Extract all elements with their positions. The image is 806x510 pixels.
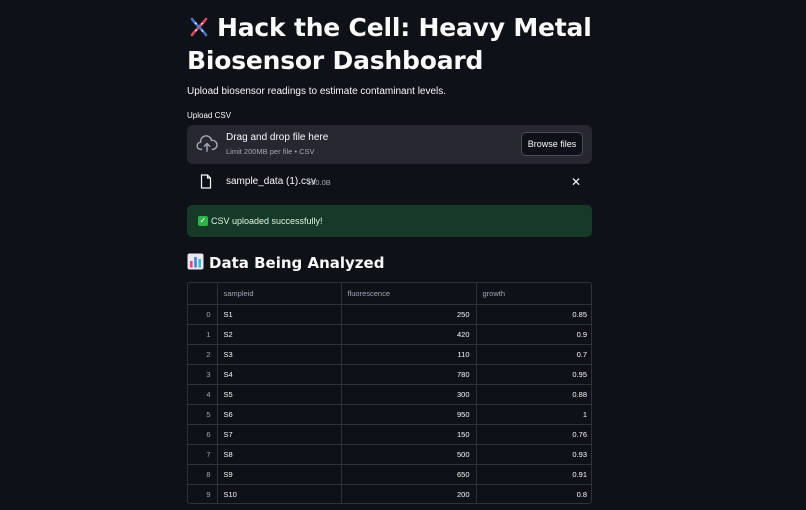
row-index: 1 (188, 324, 218, 345)
cell-sampleid[interactable]: S8 (217, 444, 342, 465)
browse-files-button[interactable]: Browse files (521, 132, 583, 156)
table-row: 7 S8 500 0.93 (188, 444, 591, 465)
cell-fluorescence[interactable]: 110 (341, 344, 477, 365)
cell-growth[interactable]: 0.9 (476, 324, 591, 345)
uploaded-file-item: sample_data (1).csv 150.0B ✕ (187, 170, 592, 194)
dna-icon (187, 15, 217, 46)
success-alert: ✓ CSV uploaded successfully! (187, 205, 592, 237)
cell-fluorescence[interactable]: 780 (341, 364, 477, 385)
row-index: 5 (188, 404, 218, 425)
title-line-2: Biosensor Dashboard (187, 46, 484, 75)
cell-growth[interactable]: 0.95 (476, 364, 591, 385)
cell-sampleid[interactable]: S5 (217, 384, 342, 405)
column-header-growth[interactable]: growth (476, 283, 591, 305)
cell-sampleid[interactable]: S3 (217, 344, 342, 365)
cell-sampleid[interactable]: S4 (217, 364, 342, 385)
table-row: 0 S1 250 0.85 (188, 304, 591, 325)
cell-fluorescence[interactable]: 250 (341, 304, 477, 325)
bar-chart-icon (187, 253, 209, 274)
table-row: 6 S7 150 0.76 (188, 424, 591, 445)
remove-file-close-icon[interactable]: ✕ (571, 176, 581, 188)
cell-sampleid[interactable]: S9 (217, 464, 342, 485)
uploaded-file-name: sample_data (1).csv (226, 176, 317, 187)
section-heading: Data Being Analyzed (187, 253, 384, 274)
uploaded-file-size: 150.0B (307, 178, 331, 187)
page-title: Hack the Cell: Heavy Metal Biosensor Das… (187, 13, 592, 76)
cell-fluorescence[interactable]: 950 (341, 404, 477, 425)
cell-sampleid[interactable]: S7 (217, 424, 342, 445)
table-row: 4 S5 300 0.88 (188, 384, 591, 405)
table-row: 1 S2 420 0.9 (188, 324, 591, 345)
cloud-upload-icon (196, 135, 218, 158)
table-row: 8 S9 650 0.91 (188, 464, 591, 485)
row-index: 2 (188, 344, 218, 365)
table-row: 5 S6 950 1 (188, 404, 591, 425)
dropzone-instruction: Drag and drop file here (226, 132, 329, 143)
row-index: 4 (188, 384, 218, 405)
cell-fluorescence[interactable]: 150 (341, 424, 477, 445)
table-row: 2 S3 110 0.7 (188, 344, 591, 365)
table-row: 3 S4 780 0.95 (188, 364, 591, 385)
cell-fluorescence[interactable]: 300 (341, 384, 477, 405)
row-index: 0 (188, 304, 218, 325)
file-icon (200, 174, 212, 194)
cell-growth[interactable]: 0.91 (476, 464, 591, 485)
upload-csv-label: Upload CSV (187, 111, 232, 120)
cell-sampleid[interactable]: S1 (217, 304, 342, 325)
row-index: 8 (188, 464, 218, 485)
row-index: 9 (188, 484, 218, 503)
cell-fluorescence[interactable]: 420 (341, 324, 477, 345)
cell-growth[interactable]: 1 (476, 404, 591, 425)
row-index: 6 (188, 424, 218, 445)
column-header-index (188, 283, 218, 305)
cell-growth[interactable]: 0.8 (476, 484, 591, 503)
file-dropzone[interactable]: Drag and drop file here Limit 200MB per … (187, 125, 592, 164)
cell-growth[interactable]: 0.88 (476, 384, 591, 405)
section-title: Data Being Analyzed (209, 254, 385, 272)
page-subtitle: Upload biosensor readings to estimate co… (187, 86, 447, 97)
title-line-1: Hack the Cell: Heavy Metal (217, 13, 592, 42)
data-table[interactable]: sampleid fluorescence growth 0 S1 250 0.… (187, 282, 592, 504)
table-row: 9 S10 200 0.8 (188, 484, 591, 503)
dropzone-limit: Limit 200MB per file • CSV (226, 147, 315, 156)
cell-growth[interactable]: 0.7 (476, 344, 591, 365)
cell-fluorescence[interactable]: 650 (341, 464, 477, 485)
cell-sampleid[interactable]: S6 (217, 404, 342, 425)
row-index: 3 (188, 364, 218, 385)
cell-sampleid[interactable]: S10 (217, 484, 342, 503)
row-index: 7 (188, 444, 218, 465)
cell-growth[interactable]: 0.76 (476, 424, 591, 445)
check-mark-icon: ✓ (198, 216, 208, 226)
cell-fluorescence[interactable]: 500 (341, 444, 477, 465)
cell-fluorescence[interactable]: 200 (341, 484, 477, 503)
cell-growth[interactable]: 0.85 (476, 304, 591, 325)
success-message: CSV uploaded successfully! (211, 216, 323, 226)
column-header-sampleid[interactable]: sampleid (217, 283, 342, 305)
cell-growth[interactable]: 0.93 (476, 444, 591, 465)
cell-sampleid[interactable]: S2 (217, 324, 342, 345)
table-header-row: sampleid fluorescence growth (188, 283, 591, 305)
column-header-fluorescence[interactable]: fluorescence (341, 283, 477, 305)
